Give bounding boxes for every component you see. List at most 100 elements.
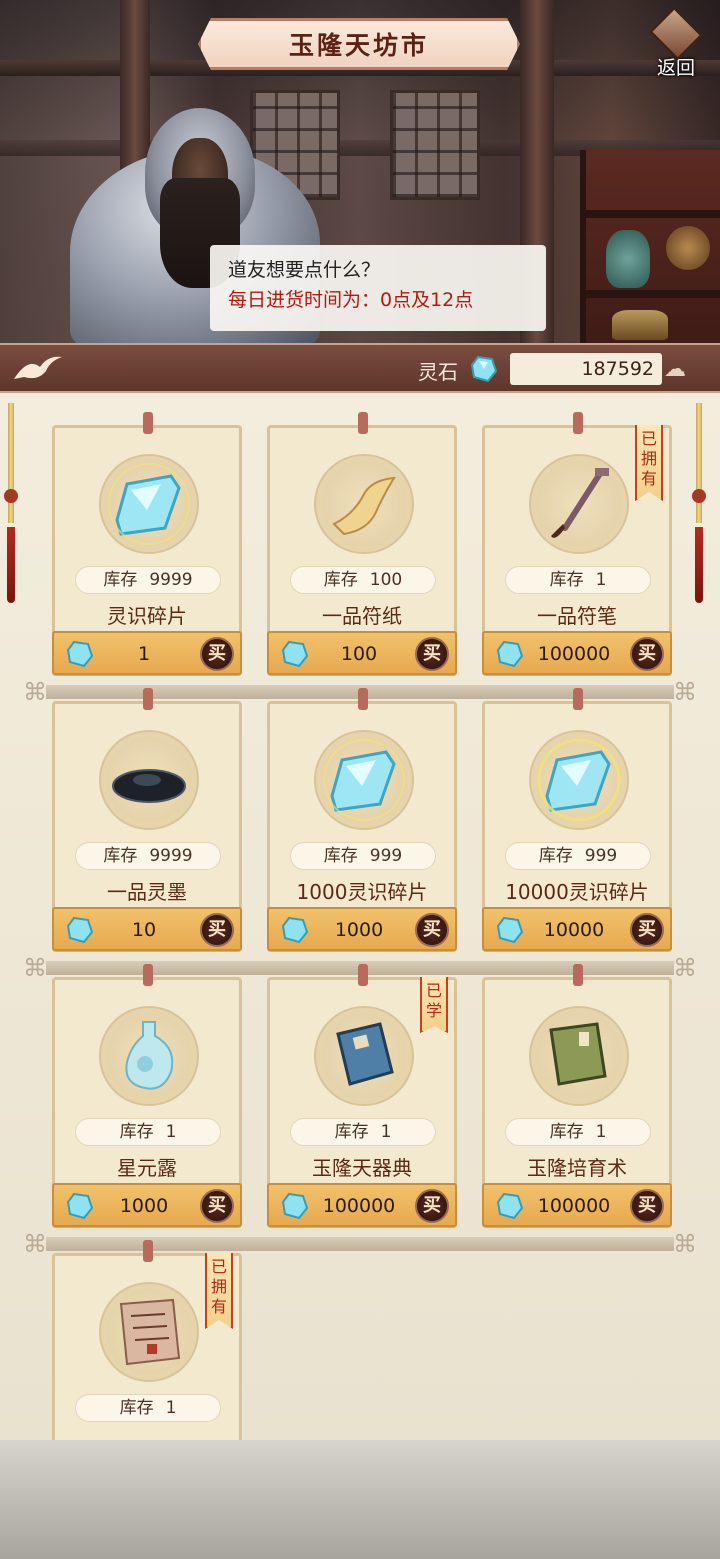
price-bar: 1000 买 <box>52 1183 242 1227</box>
currency-label: 灵石 <box>418 360 458 384</box>
rail-cap-icon: ⌘ <box>23 954 47 982</box>
buy-button[interactable]: 买 <box>200 637 234 671</box>
crystal-shard-icon <box>108 463 190 545</box>
price-bar: 10 买 <box>52 907 242 951</box>
buy-button[interactable]: 买 <box>200 913 234 947</box>
crane-emblem-icon <box>10 351 66 385</box>
npc-restock-info: 每日进货时间为：0点及12点 <box>228 289 474 311</box>
item-name: 1000灵识碎片 <box>296 880 428 904</box>
spirit-stone-icon <box>66 640 94 668</box>
display-shelf <box>580 150 720 348</box>
item-price: 10000 <box>543 919 605 941</box>
lattice-window <box>390 90 480 200</box>
stock-label: 库存 9999 <box>75 566 221 594</box>
item-name: 一品符纸 <box>322 604 402 628</box>
price-bar: 10000 买 <box>482 907 672 951</box>
crystal-shard-icon <box>323 739 405 821</box>
currency-bar: 灵石 187592 ☁ <box>0 343 720 393</box>
item-price: 1 <box>137 643 151 665</box>
cloud-ornament-icon: ☁ <box>664 357 686 382</box>
item-price: 10 <box>131 919 157 941</box>
rail-cap-icon: ⌘ <box>23 1230 47 1258</box>
item-name: 玉隆天器典 <box>312 1156 412 1180</box>
blue-book-icon <box>336 1022 394 1086</box>
spirit-stone-icon <box>281 640 309 668</box>
rail-cap-icon: ⌘ <box>673 954 697 982</box>
buy-button[interactable]: 买 <box>630 913 664 947</box>
npc-greeting: 道友想要点什么？ <box>228 259 381 281</box>
item-price: 1000 <box>119 1195 169 1217</box>
item-price: 100000 <box>322 1195 396 1217</box>
price-bar: 100000 买 <box>482 1183 672 1227</box>
stock-label: 库存 999 <box>505 842 651 870</box>
shop-scene: 玉隆天坊市 返回 道友想要点什么？ 每日进货时间为：0点及12点 <box>0 0 720 348</box>
item-price: 100000 <box>537 643 611 665</box>
buy-button[interactable]: 买 <box>200 1189 234 1223</box>
spirit-stone-icon <box>496 1192 524 1220</box>
shop-item-card[interactable]: 已拥有 库存 1 一品符笔 100000 买 <box>482 412 672 675</box>
jade-bottle-icon <box>125 1021 174 1090</box>
shop-item-card[interactable]: 库存 1 星元露 1000 买 <box>52 964 242 1227</box>
shop-item-card[interactable]: 库存 9999 一品灵墨 10 买 <box>52 688 242 951</box>
right-tassel-ornament <box>692 403 706 603</box>
price-bar: 100000 买 <box>482 631 672 675</box>
stock-label: 库存 1 <box>75 1118 221 1146</box>
page-title-text: 玉隆天坊市 <box>288 31 429 60</box>
bronze-vessel <box>612 310 668 340</box>
shop-item-card[interactable]: 库存 1 玉隆培育术 100000 买 <box>482 964 672 1227</box>
item-price: 100000 <box>537 1195 611 1217</box>
stock-label: 库存 1 <box>505 566 651 594</box>
stock-label: 库存 999 <box>290 842 436 870</box>
talisman-paper-icon <box>332 476 396 536</box>
stock-label: 库存 100 <box>290 566 436 594</box>
spirit-stone-icon <box>496 640 524 668</box>
shop-grid[interactable]: ⌘ ⌘ ⌘ ⌘ ⌘ ⌘ 库存 9999 灵识碎片 1 买 库存 100 一品符纸… <box>0 393 720 1443</box>
spirit-stone-icon <box>66 916 94 944</box>
learned-badge: 已学 <box>420 977 448 1033</box>
shop-item-card[interactable]: 库存 9999 灵识碎片 1 买 <box>52 412 242 675</box>
left-tassel-ornament <box>4 403 18 603</box>
item-name: 一品符笔 <box>537 604 617 628</box>
price-bar: 1 买 <box>52 631 242 675</box>
shop-item-card[interactable]: 库存 999 1000灵识碎片 1000 买 <box>267 688 457 951</box>
rail-cap-icon: ⌘ <box>23 678 47 706</box>
buy-button[interactable]: 买 <box>415 637 449 671</box>
shop-item-card[interactable]: 库存 999 10000灵识碎片 10000 买 <box>482 688 672 951</box>
stock-label: 库存 1 <box>75 1394 221 1422</box>
price-bar: 100 买 <box>267 631 457 675</box>
vase <box>666 226 710 270</box>
price-bar: 100000 买 <box>267 1183 457 1227</box>
scroll-parchment-icon <box>119 1298 181 1366</box>
shop-item-card[interactable]: 库存 100 一品符纸 100 买 <box>267 412 457 675</box>
item-price: 1000 <box>334 919 384 941</box>
back-button[interactable]: 返回 <box>645 6 707 80</box>
item-price: 100 <box>340 643 378 665</box>
shop-item-card[interactable]: 已学 库存 1 玉隆天器典 100000 买 <box>267 964 457 1227</box>
buy-button[interactable]: 买 <box>630 637 664 671</box>
item-name: 玉隆培育术 <box>527 1156 627 1180</box>
buy-button[interactable]: 买 <box>415 913 449 947</box>
shop-item-card[interactable]: 已拥有 库存 1 <box>52 1240 242 1443</box>
stock-label: 库存 9999 <box>75 842 221 870</box>
buy-button[interactable]: 买 <box>630 1189 664 1223</box>
spirit-stone-icon <box>496 916 524 944</box>
currency-value: 187592 <box>510 353 662 385</box>
page-title: 玉隆天坊市 <box>198 18 520 70</box>
bottom-mist <box>0 1440 720 1559</box>
owned-badge: 已拥有 <box>205 1253 233 1329</box>
rail-cap-icon: ⌘ <box>673 1230 697 1258</box>
rail-cap-icon: ⌘ <box>673 678 697 706</box>
buy-button[interactable]: 买 <box>415 1189 449 1223</box>
vase <box>606 230 650 288</box>
spirit-stone-icon <box>281 916 309 944</box>
spirit-stone-icon <box>66 1192 94 1220</box>
ink-stone-icon <box>112 769 186 803</box>
owned-badge: 已拥有 <box>635 425 663 501</box>
stock-label: 库存 1 <box>290 1118 436 1146</box>
item-name: 一品灵墨 <box>107 880 187 904</box>
item-name: 星元露 <box>117 1156 177 1180</box>
spirit-stone-icon <box>281 1192 309 1220</box>
green-book-icon <box>549 1022 607 1086</box>
talisman-brush-icon <box>551 468 609 538</box>
item-name: 10000灵识碎片 <box>505 880 649 904</box>
